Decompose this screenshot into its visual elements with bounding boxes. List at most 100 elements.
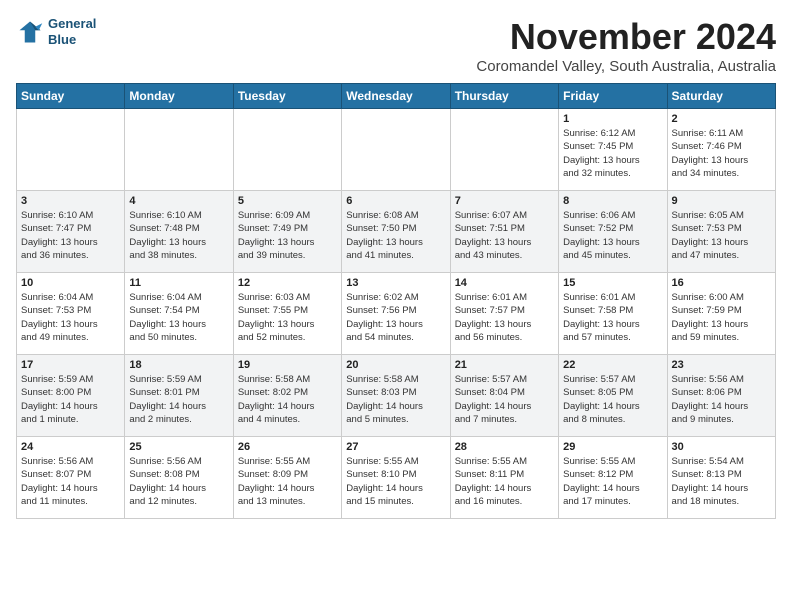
day-info: Sunrise: 6:12 AM Sunset: 7:45 PM Dayligh… [563,127,662,180]
day-number: 22 [563,359,662,371]
day-info: Sunrise: 6:04 AM Sunset: 7:54 PM Dayligh… [129,291,228,344]
day-number: 24 [21,441,120,453]
header-cell-thursday: Thursday [450,84,558,109]
day-number: 30 [672,441,771,453]
header-cell-tuesday: Tuesday [233,84,341,109]
header-cell-monday: Monday [125,84,233,109]
day-number: 5 [238,195,337,207]
day-info: Sunrise: 6:01 AM Sunset: 7:57 PM Dayligh… [455,291,554,344]
day-info: Sunrise: 5:59 AM Sunset: 8:00 PM Dayligh… [21,373,120,426]
day-info: Sunrise: 6:02 AM Sunset: 7:56 PM Dayligh… [346,291,445,344]
day-cell: 15 Sunrise: 6:01 AM Sunset: 7:58 PM Dayli… [559,273,667,355]
calendar-header-row: SundayMondayTuesdayWednesdayThursdayFrid… [17,84,776,109]
day-info: Sunrise: 6:09 AM Sunset: 7:49 PM Dayligh… [238,209,337,262]
day-number: 28 [455,441,554,453]
page-header: General Blue November 2024 Coromandel Va… [16,16,776,75]
day-info: Sunrise: 5:55 AM Sunset: 8:11 PM Dayligh… [455,455,554,508]
title-block: November 2024 Coromandel Valley, South A… [476,16,776,75]
logo-text: General Blue [48,16,96,47]
day-cell: 4Sunrise: 6:10 AM Sunset: 7:48 PM Daylig… [125,191,233,273]
logo-icon [16,18,44,46]
day-info: Sunrise: 5:54 AM Sunset: 8:13 PM Dayligh… [672,455,771,508]
header-cell-friday: Friday [559,84,667,109]
day-cell: 12 Sunrise: 6:03 AM Sunset: 7:55 PM Dayli… [233,273,341,355]
day-number: 26 [238,441,337,453]
day-info: Sunrise: 6:11 AM Sunset: 7:46 PM Dayligh… [672,127,771,180]
month-title: November 2024 [476,16,776,58]
week-row-2: 10Sunrise: 6:04 AM Sunset: 7:53 PM Dayli… [17,273,776,355]
day-cell: 28 Sunrise: 5:55 AM Sunset: 8:11 PM Dayli… [450,437,558,519]
day-info: Sunrise: 6:03 AM Sunset: 7:55 PM Dayligh… [238,291,337,344]
day-cell: 20Sunrise: 5:58 AM Sunset: 8:03 PM Dayli… [342,355,450,437]
day-info: Sunrise: 5:57 AM Sunset: 8:05 PM Dayligh… [563,373,662,426]
day-number: 29 [563,441,662,453]
day-cell: 19Sunrise: 5:58 AM Sunset: 8:02 PM Dayli… [233,355,341,437]
day-number: 18 [129,359,228,371]
day-cell: 22 Sunrise: 5:57 AM Sunset: 8:05 PM Dayli… [559,355,667,437]
day-cell [233,109,341,191]
day-number: 21 [455,359,554,371]
day-cell: 24 Sunrise: 5:56 AM Sunset: 8:07 PM Dayli… [17,437,125,519]
day-info: Sunrise: 6:04 AM Sunset: 7:53 PM Dayligh… [21,291,120,344]
day-cell: 1Sunrise: 6:12 AM Sunset: 7:45 PM Daylig… [559,109,667,191]
day-info: Sunrise: 6:01 AM Sunset: 7:58 PM Dayligh… [563,291,662,344]
day-number: 2 [672,113,771,125]
day-info: Sunrise: 5:56 AM Sunset: 8:08 PM Dayligh… [129,455,228,508]
day-cell [342,109,450,191]
day-number: 6 [346,195,445,207]
day-number: 20 [346,359,445,371]
week-row-3: 17Sunrise: 5:59 AM Sunset: 8:00 PM Dayli… [17,355,776,437]
day-number: 13 [346,277,445,289]
day-cell: 18 Sunrise: 5:59 AM Sunset: 8:01 PM Dayli… [125,355,233,437]
day-number: 19 [238,359,337,371]
day-number: 8 [563,195,662,207]
week-row-0: 1Sunrise: 6:12 AM Sunset: 7:45 PM Daylig… [17,109,776,191]
day-cell: 5 Sunrise: 6:09 AM Sunset: 7:49 PM Daylig… [233,191,341,273]
day-number: 27 [346,441,445,453]
day-info: Sunrise: 6:00 AM Sunset: 7:59 PM Dayligh… [672,291,771,344]
day-cell: 11 Sunrise: 6:04 AM Sunset: 7:54 PM Dayli… [125,273,233,355]
day-number: 25 [129,441,228,453]
day-cell [125,109,233,191]
day-cell: 3 Sunrise: 6:10 AM Sunset: 7:47 PM Daylig… [17,191,125,273]
day-cell: 23Sunrise: 5:56 AM Sunset: 8:06 PM Dayli… [667,355,775,437]
day-cell: 25 Sunrise: 5:56 AM Sunset: 8:08 PM Dayli… [125,437,233,519]
day-info: Sunrise: 5:55 AM Sunset: 8:09 PM Dayligh… [238,455,337,508]
day-info: Sunrise: 6:05 AM Sunset: 7:53 PM Dayligh… [672,209,771,262]
day-info: Sunrise: 5:56 AM Sunset: 8:07 PM Dayligh… [21,455,120,508]
day-number: 11 [129,277,228,289]
day-info: Sunrise: 5:55 AM Sunset: 8:10 PM Dayligh… [346,455,445,508]
location-title: Coromandel Valley, South Australia, Aust… [476,58,776,75]
calendar-body: 1Sunrise: 6:12 AM Sunset: 7:45 PM Daylig… [17,109,776,519]
day-info: Sunrise: 6:07 AM Sunset: 7:51 PM Dayligh… [455,209,554,262]
day-number: 16 [672,277,771,289]
day-number: 3 [21,195,120,207]
header-cell-sunday: Sunday [17,84,125,109]
day-cell: 9 Sunrise: 6:05 AM Sunset: 7:53 PM Daylig… [667,191,775,273]
day-number: 15 [563,277,662,289]
day-number: 4 [129,195,228,207]
day-number: 7 [455,195,554,207]
day-info: Sunrise: 5:55 AM Sunset: 8:12 PM Dayligh… [563,455,662,508]
logo: General Blue [16,16,96,47]
day-cell [450,109,558,191]
header-cell-saturday: Saturday [667,84,775,109]
header-cell-wednesday: Wednesday [342,84,450,109]
day-info: Sunrise: 5:59 AM Sunset: 8:01 PM Dayligh… [129,373,228,426]
day-cell: 17Sunrise: 5:59 AM Sunset: 8:00 PM Dayli… [17,355,125,437]
day-info: Sunrise: 6:06 AM Sunset: 7:52 PM Dayligh… [563,209,662,262]
day-info: Sunrise: 5:56 AM Sunset: 8:06 PM Dayligh… [672,373,771,426]
day-number: 12 [238,277,337,289]
day-cell [17,109,125,191]
day-cell: 13 Sunrise: 6:02 AM Sunset: 7:56 PM Dayli… [342,273,450,355]
day-cell: 27 Sunrise: 5:55 AM Sunset: 8:10 PM Dayli… [342,437,450,519]
day-info: Sunrise: 5:57 AM Sunset: 8:04 PM Dayligh… [455,373,554,426]
day-number: 9 [672,195,771,207]
day-info: Sunrise: 6:10 AM Sunset: 7:47 PM Dayligh… [21,209,120,262]
day-cell: 26 Sunrise: 5:55 AM Sunset: 8:09 PM Dayli… [233,437,341,519]
day-cell: 2 Sunrise: 6:11 AM Sunset: 7:46 PM Daylig… [667,109,775,191]
day-number: 14 [455,277,554,289]
day-cell: 16 Sunrise: 6:00 AM Sunset: 7:59 PM Dayli… [667,273,775,355]
day-cell: 29 Sunrise: 5:55 AM Sunset: 8:12 PM Dayli… [559,437,667,519]
day-cell: 7 Sunrise: 6:07 AM Sunset: 7:51 PM Daylig… [450,191,558,273]
